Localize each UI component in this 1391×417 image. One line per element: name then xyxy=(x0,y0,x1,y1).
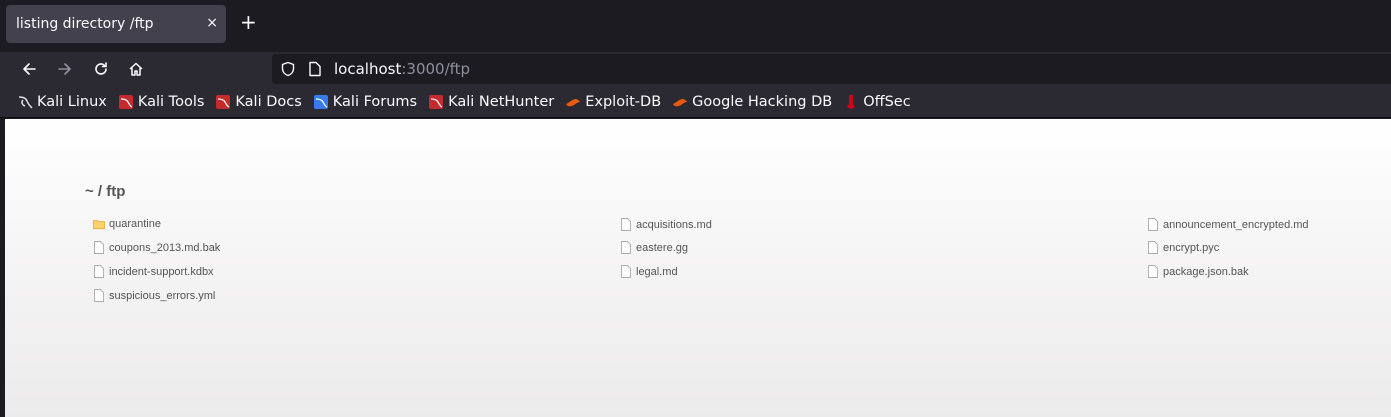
file-link[interactable]: encrypt.pyc xyxy=(1147,241,1219,254)
url-path: :3000/ftp xyxy=(401,60,471,78)
bookmarks-toolbar: Kali Linux Kali Tools Kali Docs Kali For… xyxy=(0,86,1391,118)
bookmark-label: Kali Docs xyxy=(235,93,302,110)
tab-title: listing directory /ftp xyxy=(16,16,154,32)
file-link[interactable]: acquisitions.md xyxy=(620,218,712,231)
file-link[interactable]: coupons_2013.md.bak xyxy=(93,241,220,254)
file-icon xyxy=(94,265,104,278)
file-name: package.json.bak xyxy=(1163,265,1249,278)
file-link[interactable]: legal.md xyxy=(620,265,678,278)
file-icon xyxy=(1148,241,1158,254)
bookmark-label: OffSec xyxy=(863,93,911,110)
kali-docs-icon xyxy=(215,94,231,110)
file-link[interactable]: suspicious_errors.yml xyxy=(93,289,215,302)
file-icon xyxy=(621,218,631,231)
bookmark-exploit-db[interactable]: Exploit-DB xyxy=(565,94,661,110)
file-icon xyxy=(94,289,104,302)
file-link[interactable]: quarantine xyxy=(93,218,161,230)
bookmark-kali-docs[interactable]: Kali Docs xyxy=(215,93,302,110)
directory-heading: ~ / ftp xyxy=(85,183,126,200)
page-content: ~ / ftp quarantine acquisitions.md annou… xyxy=(5,119,1391,417)
reload-icon[interactable] xyxy=(90,58,112,80)
file-link[interactable]: package.json.bak xyxy=(1147,265,1249,278)
tab-close-icon[interactable]: × xyxy=(206,15,218,31)
file-link[interactable]: incident-support.kdbx xyxy=(93,265,214,278)
file-link[interactable]: eastere.gg xyxy=(620,241,688,254)
file-link[interactable]: announcement_encrypted.md xyxy=(1147,218,1309,231)
url-text[interactable]: localhost:3000/ftp xyxy=(334,60,470,78)
address-bar[interactable]: localhost:3000/ftp xyxy=(272,54,1391,84)
back-arrow-icon[interactable] xyxy=(18,58,40,80)
kali-forums-icon xyxy=(313,94,329,110)
bookmark-label: Exploit-DB xyxy=(585,93,662,110)
new-tab-button[interactable]: + xyxy=(240,12,257,32)
file-icon xyxy=(94,241,104,254)
file-icon xyxy=(1148,265,1158,278)
file-icon xyxy=(621,265,631,278)
bookmark-label: Kali Tools xyxy=(137,93,205,110)
url-host: localhost xyxy=(334,60,402,78)
file-name: encrypt.pyc xyxy=(1163,241,1220,254)
forward-arrow-icon[interactable] xyxy=(54,58,76,80)
file-name: acquisitions.md xyxy=(636,218,712,231)
page-icon[interactable] xyxy=(308,61,322,81)
folder-icon xyxy=(93,220,105,230)
offsec-icon xyxy=(843,94,859,110)
file-name: incident-support.kdbx xyxy=(109,265,214,278)
bookmark-label: Kali Linux xyxy=(37,93,107,110)
bookmark-kali-forums[interactable]: Kali Forums xyxy=(313,94,417,110)
file-name: legal.md xyxy=(636,265,678,278)
file-name: announcement_encrypted.md xyxy=(1163,218,1309,231)
bookmark-google-hacking-db[interactable]: Google Hacking DB xyxy=(672,94,832,110)
bookmark-label: Kali Forums xyxy=(332,93,418,110)
file-icon xyxy=(1148,218,1158,231)
kali-tools-icon xyxy=(118,94,134,110)
file-icon xyxy=(621,241,631,254)
kali-nethunter-icon xyxy=(428,94,444,110)
file-name: coupons_2013.md.bak xyxy=(109,241,221,254)
file-name: suspicious_errors.yml xyxy=(109,289,216,302)
home-icon[interactable] xyxy=(125,58,147,80)
file-name: eastere.gg xyxy=(636,241,688,254)
browser-tab[interactable]: listing directory /ftp × xyxy=(6,5,226,43)
bookmark-kali-tools[interactable]: Kali Tools xyxy=(118,93,205,110)
ghdb-icon xyxy=(672,94,688,110)
bookmark-label: Kali NetHunter xyxy=(448,93,555,110)
bookmark-offsec[interactable]: OffSec xyxy=(843,94,911,110)
bookmark-kali-nethunter[interactable]: Kali NetHunter xyxy=(428,94,554,110)
bookmark-label: Google Hacking DB xyxy=(692,93,833,110)
shield-icon[interactable] xyxy=(280,61,296,81)
navigation-bar: localhost:3000/ftp xyxy=(0,52,1391,86)
file-name: quarantine xyxy=(109,218,161,230)
tab-bar: listing directory /ftp × + xyxy=(0,0,1391,52)
bookmark-kali-linux[interactable]: Kali Linux xyxy=(17,94,107,110)
kali-dragon-icon xyxy=(17,94,33,110)
exploit-db-icon xyxy=(565,94,581,110)
